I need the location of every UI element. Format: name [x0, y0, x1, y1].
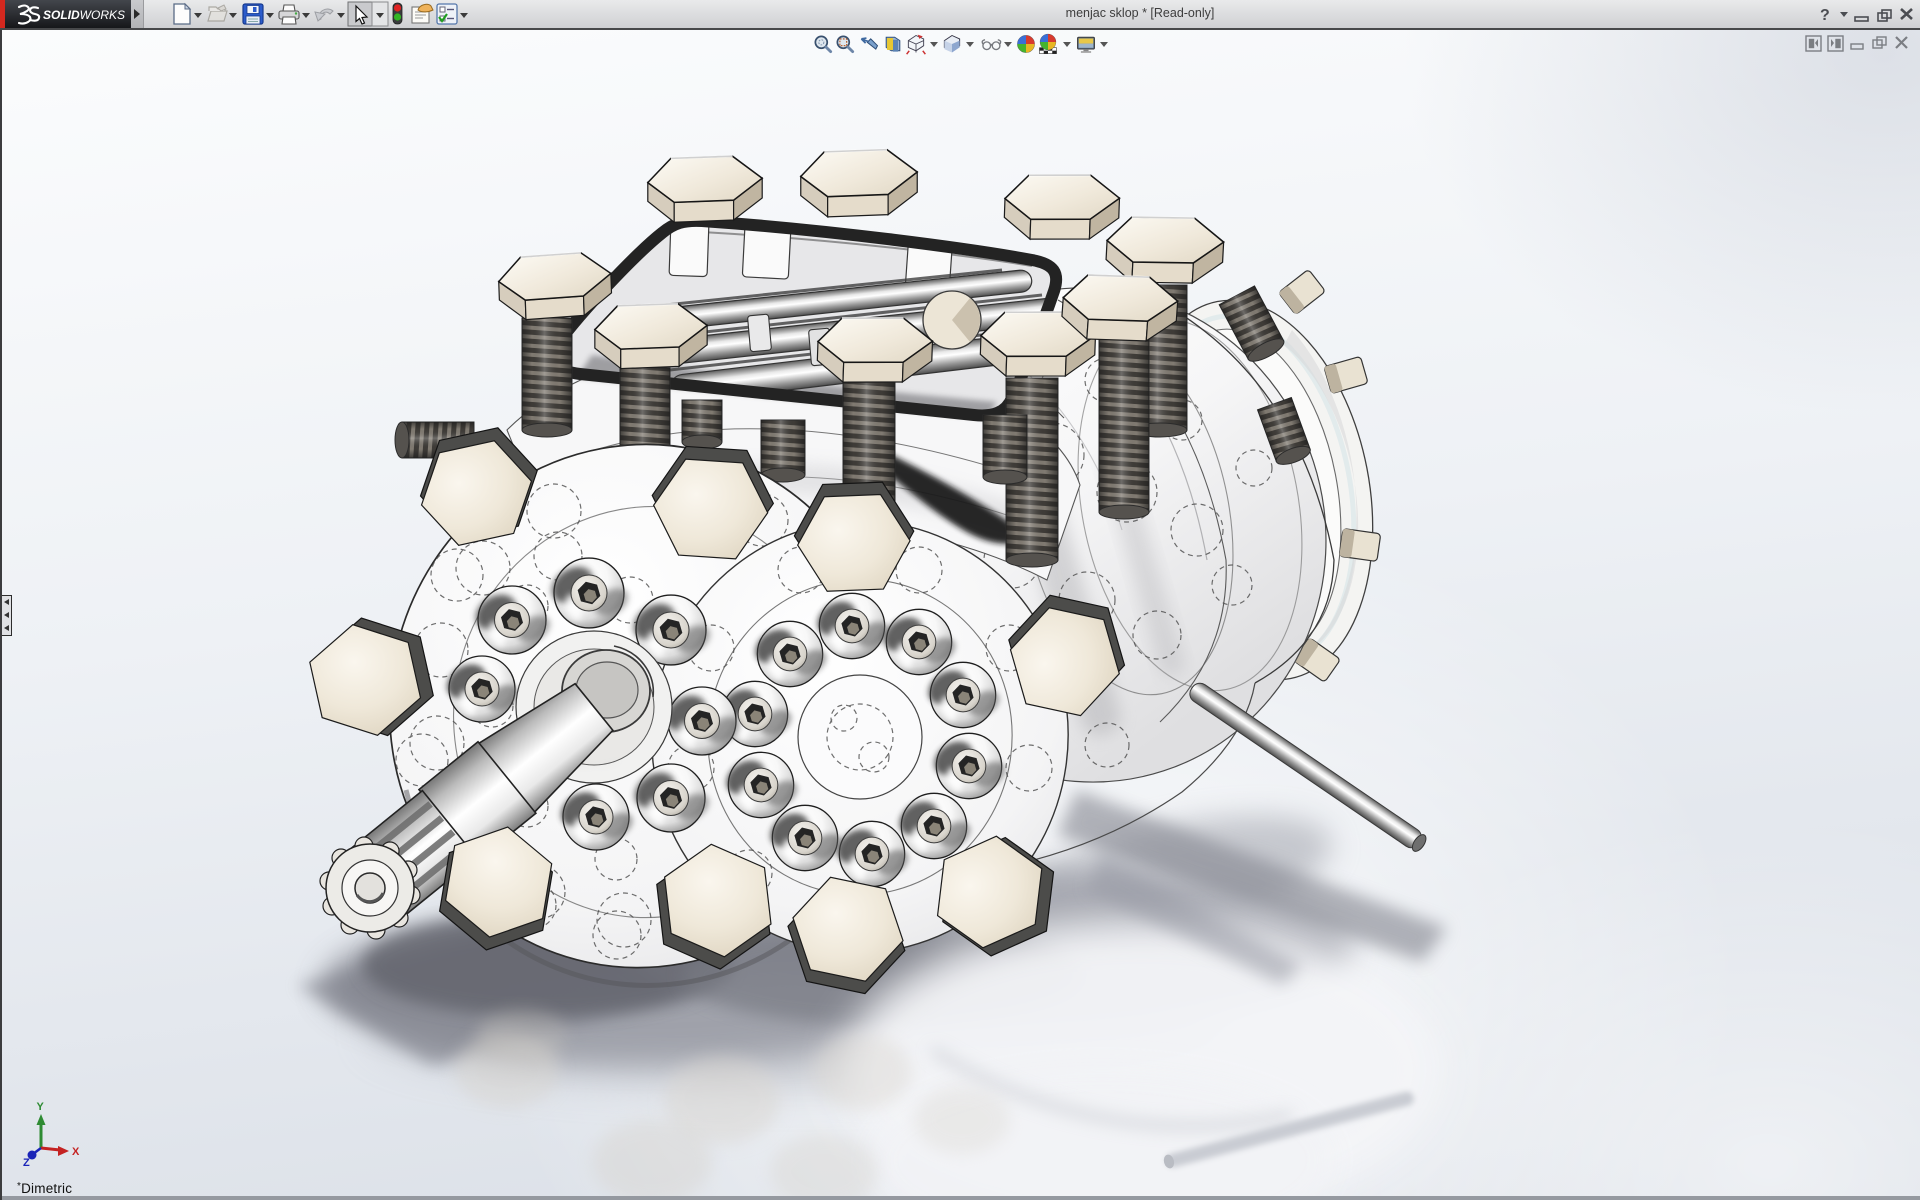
svg-text:X: X: [72, 1146, 80, 1158]
svg-text:?: ?: [1820, 7, 1830, 24]
svg-text:Y: Y: [37, 1101, 45, 1113]
svg-text:Z: Z: [23, 1157, 30, 1169]
